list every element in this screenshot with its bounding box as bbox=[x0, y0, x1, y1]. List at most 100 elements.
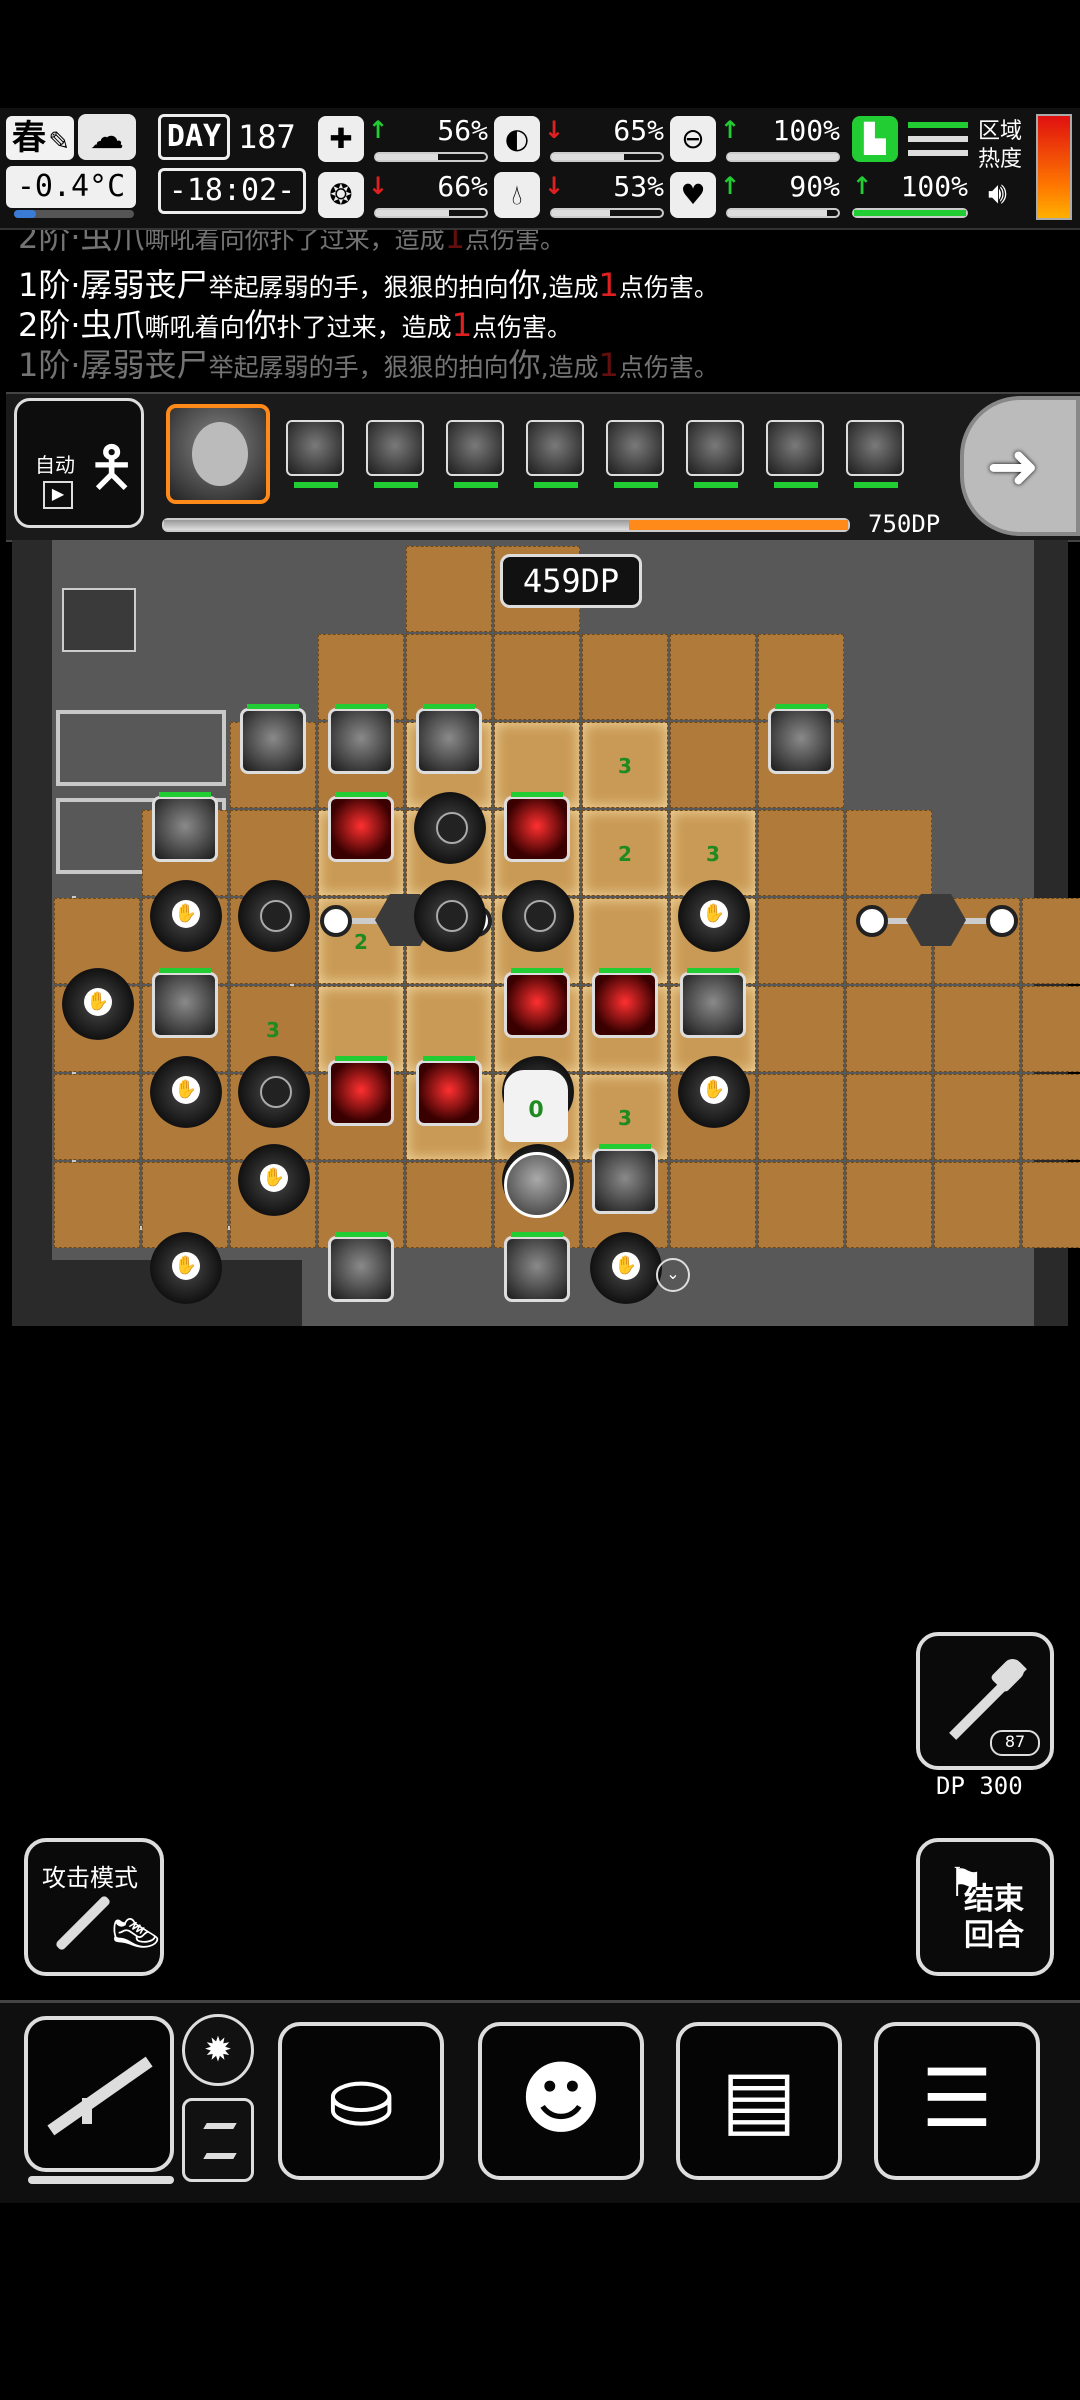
enemy-unit[interactable] bbox=[152, 792, 218, 862]
queue-enemy[interactable] bbox=[286, 420, 344, 488]
infected-blob[interactable] bbox=[238, 1056, 310, 1128]
stat-bar bbox=[550, 152, 664, 162]
rubble-icon bbox=[62, 588, 136, 652]
speaker-icon[interactable]: 🔊︎ bbox=[988, 176, 1007, 211]
next-arrow-button[interactable]: ➜ bbox=[960, 396, 1080, 536]
day-label: DAY bbox=[158, 114, 230, 160]
queue-enemy[interactable] bbox=[366, 420, 424, 488]
map-tile[interactable] bbox=[758, 1162, 844, 1248]
map-tile[interactable] bbox=[406, 546, 492, 632]
enemy-unit[interactable] bbox=[328, 1056, 394, 1126]
enemy-unit[interactable] bbox=[504, 968, 570, 1038]
infected-blob[interactable]: ✋ bbox=[150, 1232, 222, 1304]
queue-enemy[interactable] bbox=[846, 420, 904, 488]
enemy-unit[interactable] bbox=[592, 968, 658, 1038]
map-tile[interactable] bbox=[846, 986, 932, 1072]
map-tile[interactable] bbox=[758, 1074, 844, 1160]
queue-enemy[interactable] bbox=[766, 420, 824, 488]
map-tile[interactable] bbox=[934, 1162, 1020, 1248]
map-tile[interactable] bbox=[1022, 898, 1080, 984]
infected-blob[interactable]: ✋ bbox=[150, 880, 222, 952]
rocket-weapon-button[interactable]: 87 bbox=[916, 1632, 1054, 1770]
map-tile[interactable] bbox=[934, 1074, 1020, 1160]
enemy-unit[interactable] bbox=[328, 704, 394, 774]
enemy-unit[interactable] bbox=[592, 1144, 658, 1214]
barrier-node bbox=[320, 905, 352, 937]
map-tile[interactable] bbox=[670, 634, 756, 720]
map-tile[interactable] bbox=[846, 1162, 932, 1248]
explosion-icon[interactable]: ✹ bbox=[182, 2014, 254, 2086]
ammo-slot[interactable] bbox=[182, 2098, 254, 2182]
skills-button[interactable]: ☻ bbox=[478, 2022, 644, 2180]
map-tile[interactable] bbox=[54, 1074, 140, 1160]
stat-bar bbox=[726, 152, 840, 162]
infected-blob[interactable]: ✋ bbox=[238, 1144, 310, 1216]
map-tile[interactable] bbox=[758, 986, 844, 1072]
queue-enemy[interactable] bbox=[526, 420, 584, 488]
map-tile[interactable] bbox=[758, 810, 844, 896]
backpack-button[interactable]: ⛀ bbox=[278, 2022, 444, 2180]
end-turn-button[interactable]: ⚑ 结束回合 bbox=[916, 1838, 1054, 1976]
stat-bar bbox=[852, 208, 968, 218]
ghost-unit[interactable]: 0 bbox=[504, 1070, 568, 1142]
map-tile[interactable] bbox=[54, 1162, 140, 1248]
enemy-unit[interactable] bbox=[240, 704, 306, 774]
gunman-icon: 🯅 bbox=[87, 435, 137, 500]
player-portrait[interactable] bbox=[166, 404, 270, 504]
map-tile[interactable] bbox=[406, 1162, 492, 1248]
feather-icon: ✎ bbox=[48, 127, 70, 157]
map-tile[interactable] bbox=[1022, 1074, 1080, 1160]
stomach-icon: ◐ bbox=[494, 116, 540, 162]
infected-blob[interactable]: ✋ bbox=[678, 880, 750, 952]
enemy-unit[interactable] bbox=[328, 792, 394, 862]
chevron-down-icon[interactable]: ⌄ bbox=[656, 1258, 690, 1292]
equipped-weapon-slot[interactable] bbox=[24, 2016, 174, 2184]
menu-button[interactable]: ☰ bbox=[874, 2022, 1040, 2180]
map-tile[interactable] bbox=[494, 634, 580, 720]
queue-enemy[interactable] bbox=[686, 420, 744, 488]
infected-blob[interactable]: ✋ bbox=[150, 1056, 222, 1128]
map-tile[interactable] bbox=[670, 722, 756, 808]
enemy-unit[interactable] bbox=[328, 1232, 394, 1302]
map-tile[interactable] bbox=[1022, 986, 1080, 1072]
enemy-unit[interactable] bbox=[680, 968, 746, 1038]
map-tile[interactable] bbox=[846, 810, 932, 896]
stat-bar bbox=[550, 208, 664, 218]
infected-blob[interactable]: ✋ bbox=[62, 968, 134, 1040]
combat-log: 2阶·虫爪嘶吼着向你扑了过来，造成1点伤害。 1阶·孱弱丧尸举起孱弱的手，狠狠的… bbox=[0, 230, 1080, 380]
infected-blob[interactable] bbox=[502, 880, 574, 952]
enemy-unit[interactable] bbox=[768, 704, 834, 774]
map-tile[interactable] bbox=[582, 634, 668, 720]
enemy-unit[interactable] bbox=[504, 1232, 570, 1302]
tile-number: 2 bbox=[618, 842, 632, 866]
stat-value: 65% bbox=[613, 114, 664, 147]
enemy-unit[interactable] bbox=[416, 704, 482, 774]
map-tile[interactable] bbox=[846, 1074, 932, 1160]
dp-total: 750DP bbox=[868, 510, 941, 538]
journal-button[interactable]: ▤ bbox=[676, 2022, 842, 2180]
brain-head-icon: ☻ bbox=[519, 2052, 603, 2145]
map-tile[interactable] bbox=[934, 986, 1020, 1072]
infected-blob[interactable]: ✋ bbox=[590, 1232, 662, 1304]
enemy-unit[interactable] bbox=[504, 792, 570, 862]
stat-mind: ❂ ↓ 66% bbox=[318, 170, 488, 222]
map-tile[interactable] bbox=[1022, 1162, 1080, 1248]
infected-blob[interactable]: ✋ bbox=[678, 1056, 750, 1128]
enemy-unit[interactable] bbox=[416, 1056, 482, 1126]
player-avatar[interactable] bbox=[504, 1152, 570, 1218]
map-tile[interactable] bbox=[758, 898, 844, 984]
log-line: 2阶·虫爪嘶吼着向你扑了过来，造成1点伤害。 bbox=[18, 230, 565, 256]
trend-down-icon: ↓ bbox=[544, 116, 565, 144]
enemy-unit[interactable] bbox=[152, 968, 218, 1038]
infected-blob[interactable] bbox=[414, 792, 486, 864]
stamina-panel: ▙ bbox=[852, 116, 970, 166]
queue-enemy[interactable] bbox=[606, 420, 664, 488]
auto-mode-button[interactable]: 自动 ▶ 🯅 bbox=[14, 398, 144, 528]
stat-bar bbox=[726, 208, 840, 218]
barrier-node bbox=[986, 905, 1018, 937]
infected-blob[interactable] bbox=[238, 880, 310, 952]
map-tile[interactable] bbox=[670, 1162, 756, 1248]
attack-mode-button[interactable]: 攻击模式 👟︎ bbox=[24, 1838, 164, 1976]
queue-enemy[interactable] bbox=[446, 420, 504, 488]
infected-blob[interactable] bbox=[414, 880, 486, 952]
